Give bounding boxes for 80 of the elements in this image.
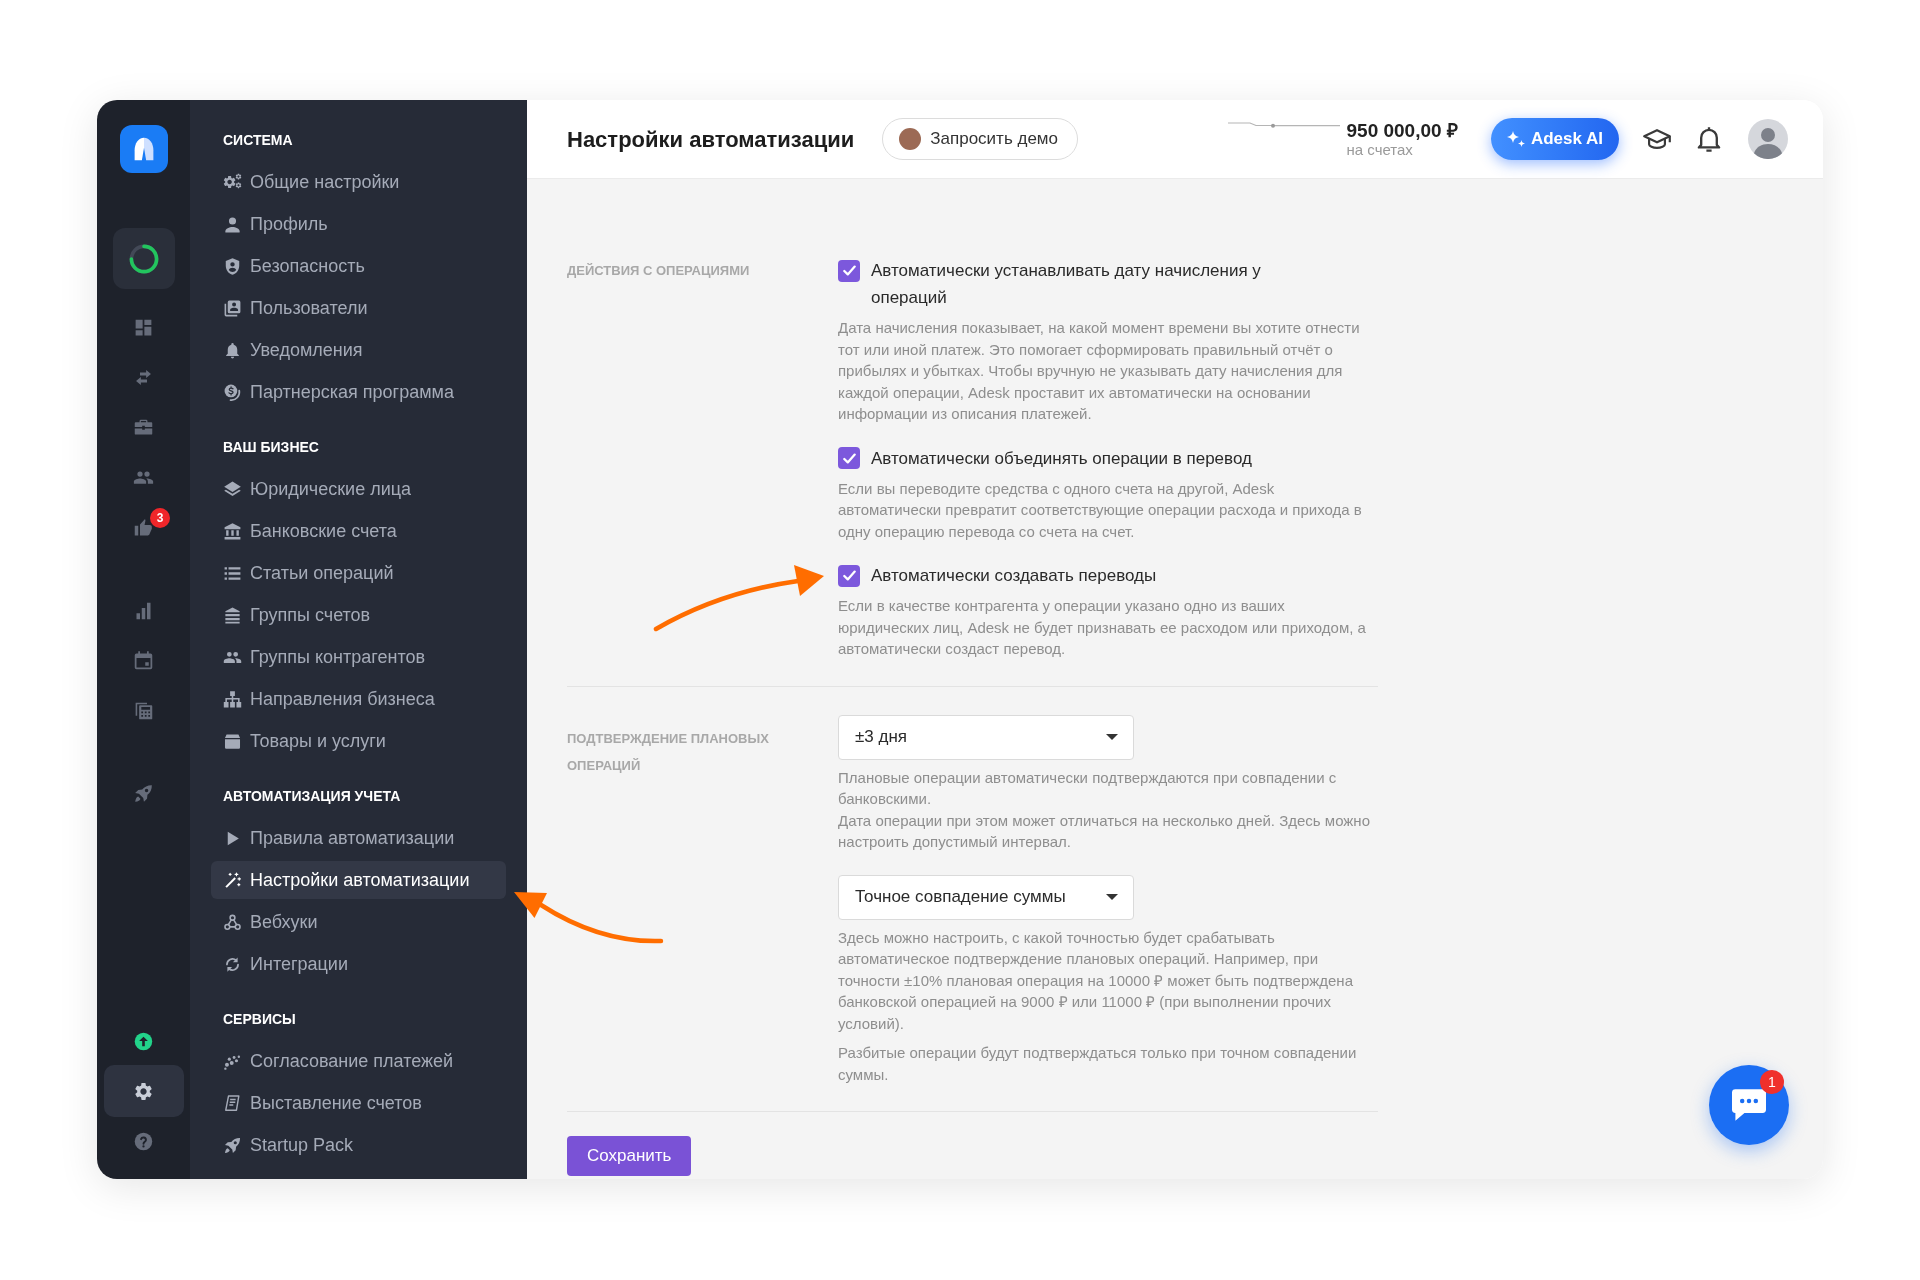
sidebar-item[interactable]: Общие настройки xyxy=(223,171,400,193)
section-label: ДЕЙСТВИЯ С ОПЕРАЦИЯМИ xyxy=(567,262,750,280)
section-heading: СЕРВИСЫ xyxy=(223,1010,296,1028)
notification-badge: 1 xyxy=(1760,1070,1784,1094)
avatar-icon xyxy=(899,128,922,150)
section-heading: ВАШ БИЗНЕС xyxy=(223,438,319,456)
save-button[interactable]: Сохранить xyxy=(567,1136,692,1176)
check-icon xyxy=(842,570,856,581)
hierarchy-icon xyxy=(223,689,242,709)
option-description: Дата начисления показывает, на какой момент времени вы хотите отнести тот или иной платеж. Это помогает сформировать правильный отчёт о прибылях и убытках. Чтобы вручную не указывать дату начисления для каждой операции, Adesk проставит их автоматически на основании информации из описания платежей. xyxy=(838,318,1361,424)
rocket-icon xyxy=(223,1135,242,1155)
caret-icon xyxy=(1106,734,1118,740)
sidebar-item[interactable]: Группы счетов xyxy=(223,604,371,626)
sidebar-item[interactable]: Направления бизнеса xyxy=(223,688,435,710)
sidebar-item[interactable]: Выставление счетов xyxy=(223,1092,422,1114)
stack-icon xyxy=(223,605,242,625)
checkbox[interactable] xyxy=(838,564,860,587)
graduation-cap-icon[interactable] xyxy=(1643,126,1671,152)
sidebar-item[interactable]: Банковские счета xyxy=(223,520,397,542)
option-description: Если вы переводите средства с одного счета на другой, Adesk автоматически превратит соответствующие операции расхода и прихода в одну операцию перевода со счета на счет. xyxy=(838,478,1363,542)
sidebar-item[interactable]: Правила автоматизации xyxy=(223,827,455,849)
section-heading: СИСТЕМА xyxy=(223,131,293,149)
help-icon[interactable] xyxy=(133,1130,154,1152)
webhook-icon xyxy=(223,912,242,932)
calendar-icon[interactable] xyxy=(133,649,154,671)
document-icon xyxy=(223,1093,242,1113)
shield-icon xyxy=(223,256,242,276)
hint-text: Разбитые операции будут подтверждаться только при точном совпадении суммы. xyxy=(838,1043,1358,1085)
magic-wand-icon xyxy=(223,870,242,890)
demo-button[interactable]: Запросить демо xyxy=(882,118,1078,160)
sidebar-item[interactable]: Согласование платежей xyxy=(223,1050,454,1072)
box-icon xyxy=(223,731,242,751)
sidebar-item[interactable]: Startup Pack xyxy=(223,1134,354,1156)
sidebar-item[interactable]: Товары и услуги xyxy=(223,730,386,752)
option-label: Автоматически объединять операции в перевод xyxy=(871,447,1252,470)
sidebar-item[interactable]: Группы контрагентов xyxy=(223,646,425,668)
checkbox[interactable] xyxy=(838,447,860,469)
section-heading: АВТОМАТИЗАЦИЯ УЧЕТА xyxy=(223,787,401,805)
bank-icon xyxy=(223,521,242,541)
sidebar-item[interactable]: Безопасность xyxy=(223,255,365,277)
person-icon xyxy=(223,214,242,234)
sparkle-icon xyxy=(1506,130,1525,148)
option-label: Автоматически создавать переводы xyxy=(871,565,1157,587)
balance-caption: на счетах xyxy=(1346,141,1413,158)
chat-icon xyxy=(1732,1089,1766,1121)
hint-text: Здесь можно настроить, с какой точностью будет срабатывать автоматическое подтверждение плановых операций. Например, при точности ±10% плановая операция на 10000 ₽ может быть подтверждена банковской операцией на 9000 ₽ или 11000 ₽ (при выполнении прочих условий). xyxy=(838,927,1354,1034)
coin-icon xyxy=(223,382,242,402)
avatar-icon[interactable] xyxy=(1748,119,1788,159)
bell-icon xyxy=(223,340,242,360)
balance-amount: 950 000,00 ₽ xyxy=(1346,120,1458,141)
section-label: ПОДТВЕРЖДЕНИЕ ПЛАНОВЫХ ОПЕРАЦИЙ xyxy=(567,729,770,775)
sidebar-item[interactable]: Пользователи xyxy=(223,297,368,319)
sidebar-item[interactable]: Статьи операций xyxy=(223,562,394,584)
checkbox[interactable] xyxy=(838,259,860,282)
sidebar-item[interactable]: Партнерская программа xyxy=(223,381,454,403)
logo-icon[interactable] xyxy=(119,125,168,173)
dropdown[interactable]: ±3 дня xyxy=(838,714,1134,760)
hint-text: Плановые операции автоматически подтверждаются при совпадении с банковскими. Дата операции при этом может отличаться на несколько дней. Здесь можно настроить допустимый интервал. xyxy=(838,767,1371,852)
sidebar-item[interactable]: Настройки автоматизации xyxy=(211,861,506,899)
dropdown[interactable]: Точное совпадение суммы xyxy=(838,874,1134,920)
bell-icon[interactable] xyxy=(1697,126,1721,152)
caret-icon xyxy=(1106,894,1118,900)
sidebar-item[interactable]: Уведомления xyxy=(223,339,363,361)
arrow-up-circle-icon[interactable] xyxy=(133,1030,154,1052)
sidebar-item[interactable]: Юридические лица xyxy=(223,478,411,500)
check-icon xyxy=(842,452,856,464)
sidebar-item[interactable]: Профиль xyxy=(223,213,328,235)
ring-icon[interactable] xyxy=(112,228,175,289)
user-card-icon xyxy=(223,298,242,318)
option-description: Если в качестве контрагента у операции указано одно из ваших юридических лиц, Adesk не будет признавать ее расходом или приходом, а автоматически создаст перевод. xyxy=(838,596,1367,659)
rocket-icon[interactable] xyxy=(133,782,154,804)
sidebar-item[interactable]: Интеграции xyxy=(223,953,348,975)
check-icon xyxy=(842,265,856,276)
settings-icon[interactable] xyxy=(133,1080,154,1102)
ai-button[interactable]: Adesk AI xyxy=(1490,118,1619,160)
sidebar-item[interactable]: Вебхуки xyxy=(223,911,318,933)
count-badge: 3 xyxy=(150,508,170,528)
page-title: Настройки автоматизации xyxy=(567,125,855,153)
layers-icon xyxy=(223,479,242,499)
option-label: Автоматически устанавливать дату начисления у операций xyxy=(871,260,1262,309)
